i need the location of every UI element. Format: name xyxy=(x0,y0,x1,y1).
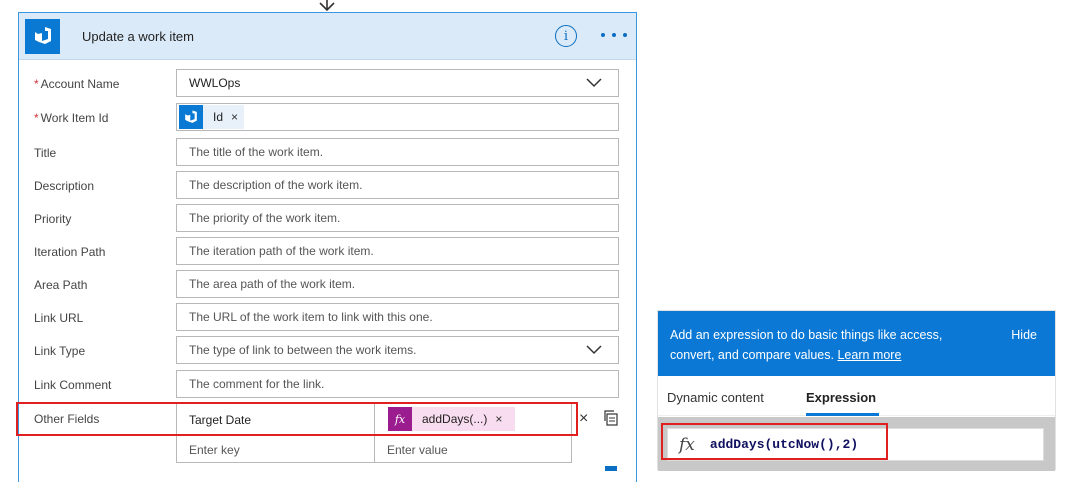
learn-more-link[interactable]: Learn more xyxy=(837,348,901,362)
expression-token-label: addDays(...) xyxy=(422,412,488,426)
id-token-label: Id xyxy=(213,110,224,124)
function-icon: fx xyxy=(679,434,695,455)
azure-devops-icon xyxy=(25,18,60,54)
remove-token-icon[interactable]: × xyxy=(231,110,238,124)
work-item-id-label: Work Item Id xyxy=(40,111,109,125)
more-options-icon[interactable] xyxy=(601,26,627,44)
account-name-row: * Account Name WWLOps xyxy=(19,69,636,99)
expression-editor-area: fx addDays(utcNow(),2) xyxy=(658,417,1055,471)
work-item-id-field[interactable]: Id × xyxy=(176,103,619,131)
priority-row: Priority The priority of the work item. xyxy=(19,204,636,234)
other-fields-table: Target Date fx addDays(...) × Enter key … xyxy=(176,403,572,463)
tab-dynamic-content[interactable]: Dynamic content xyxy=(667,390,764,405)
panel-tabs: Dynamic content Expression xyxy=(658,376,1055,416)
account-name-dropdown[interactable]: WWLOps xyxy=(176,69,619,97)
dynamic-content-panel: Add an expression to do basic things lik… xyxy=(657,310,1056,471)
description-input[interactable]: The description of the work item. xyxy=(176,171,619,199)
account-name-value: WWLOps xyxy=(189,76,241,90)
chevron-down-icon xyxy=(586,78,602,88)
scroll-indicator xyxy=(605,466,617,471)
iteration-path-label: Iteration Path xyxy=(34,245,106,259)
azure-devops-icon xyxy=(179,105,203,129)
title-input[interactable]: The title of the work item. xyxy=(176,138,619,166)
expression-token[interactable]: fx addDays(...) × xyxy=(388,407,515,431)
other-fields-label: Other Fields xyxy=(34,412,100,426)
description-row: Description The description of the work … xyxy=(19,171,636,201)
id-token[interactable]: Id × xyxy=(179,105,245,129)
chevron-down-icon xyxy=(586,345,602,355)
priority-input[interactable]: The priority of the work item. xyxy=(176,204,619,232)
hide-button[interactable]: Hide xyxy=(1011,325,1037,345)
link-comment-row: Link Comment The comment for the link. xyxy=(19,370,636,400)
flow-arrow-icon xyxy=(319,0,335,12)
work-item-id-row: * Work Item Id Id × xyxy=(19,103,636,133)
title-row: Title The title of the work item. xyxy=(19,138,636,168)
card-title: Update a work item xyxy=(82,28,194,44)
link-url-label: Link URL xyxy=(34,311,84,325)
area-path-label: Area Path xyxy=(34,278,88,292)
expression-text: addDays(utcNow(),2) xyxy=(709,437,859,452)
update-work-item-card: Update a work item i * Account Name WWLOp… xyxy=(18,12,637,482)
title-label: Title xyxy=(34,146,57,160)
link-comment-input[interactable]: The comment for the link. xyxy=(176,370,619,398)
copy-icon[interactable] xyxy=(603,410,619,426)
divider xyxy=(177,434,571,435)
link-url-row: Link URL The URL of the work item to lin… xyxy=(19,303,636,333)
link-type-row: Link Type The type of link to between th… xyxy=(19,336,636,366)
area-path-input[interactable]: The area path of the work item. xyxy=(176,270,619,298)
link-comment-label: Link Comment xyxy=(34,378,112,392)
new-value-input[interactable]: Enter value xyxy=(387,443,448,457)
remove-token-icon[interactable]: × xyxy=(495,412,502,426)
tab-expression[interactable]: Expression xyxy=(806,390,876,405)
link-url-input[interactable]: The URL of the work item to link with th… xyxy=(176,303,619,331)
divider xyxy=(374,404,375,462)
other-field-key-input[interactable]: Target Date xyxy=(189,413,251,427)
delete-row-icon[interactable]: × xyxy=(579,410,588,428)
banner-text: Add an expression to do basic things lik… xyxy=(670,328,943,362)
account-name-label: Account Name xyxy=(40,77,120,91)
info-icon[interactable]: i xyxy=(555,25,577,47)
description-label: Description xyxy=(34,179,95,193)
panel-banner: Add an expression to do basic things lik… xyxy=(658,311,1055,376)
new-key-input[interactable]: Enter key xyxy=(189,443,240,457)
active-tab-indicator xyxy=(806,413,879,416)
link-type-label: Link Type xyxy=(34,344,86,358)
iteration-path-input[interactable]: The iteration path of the work item. xyxy=(176,237,619,265)
area-path-row: Area Path The area path of the work item… xyxy=(19,270,636,300)
priority-label: Priority xyxy=(34,212,72,226)
function-icon: fx xyxy=(388,407,412,431)
iteration-path-row: Iteration Path The iteration path of the… xyxy=(19,237,636,267)
card-header[interactable]: Update a work item i xyxy=(19,13,636,60)
expression-input[interactable]: fx addDays(utcNow(),2) xyxy=(667,428,1044,461)
link-type-dropdown[interactable]: The type of link to between the work ite… xyxy=(176,336,619,364)
